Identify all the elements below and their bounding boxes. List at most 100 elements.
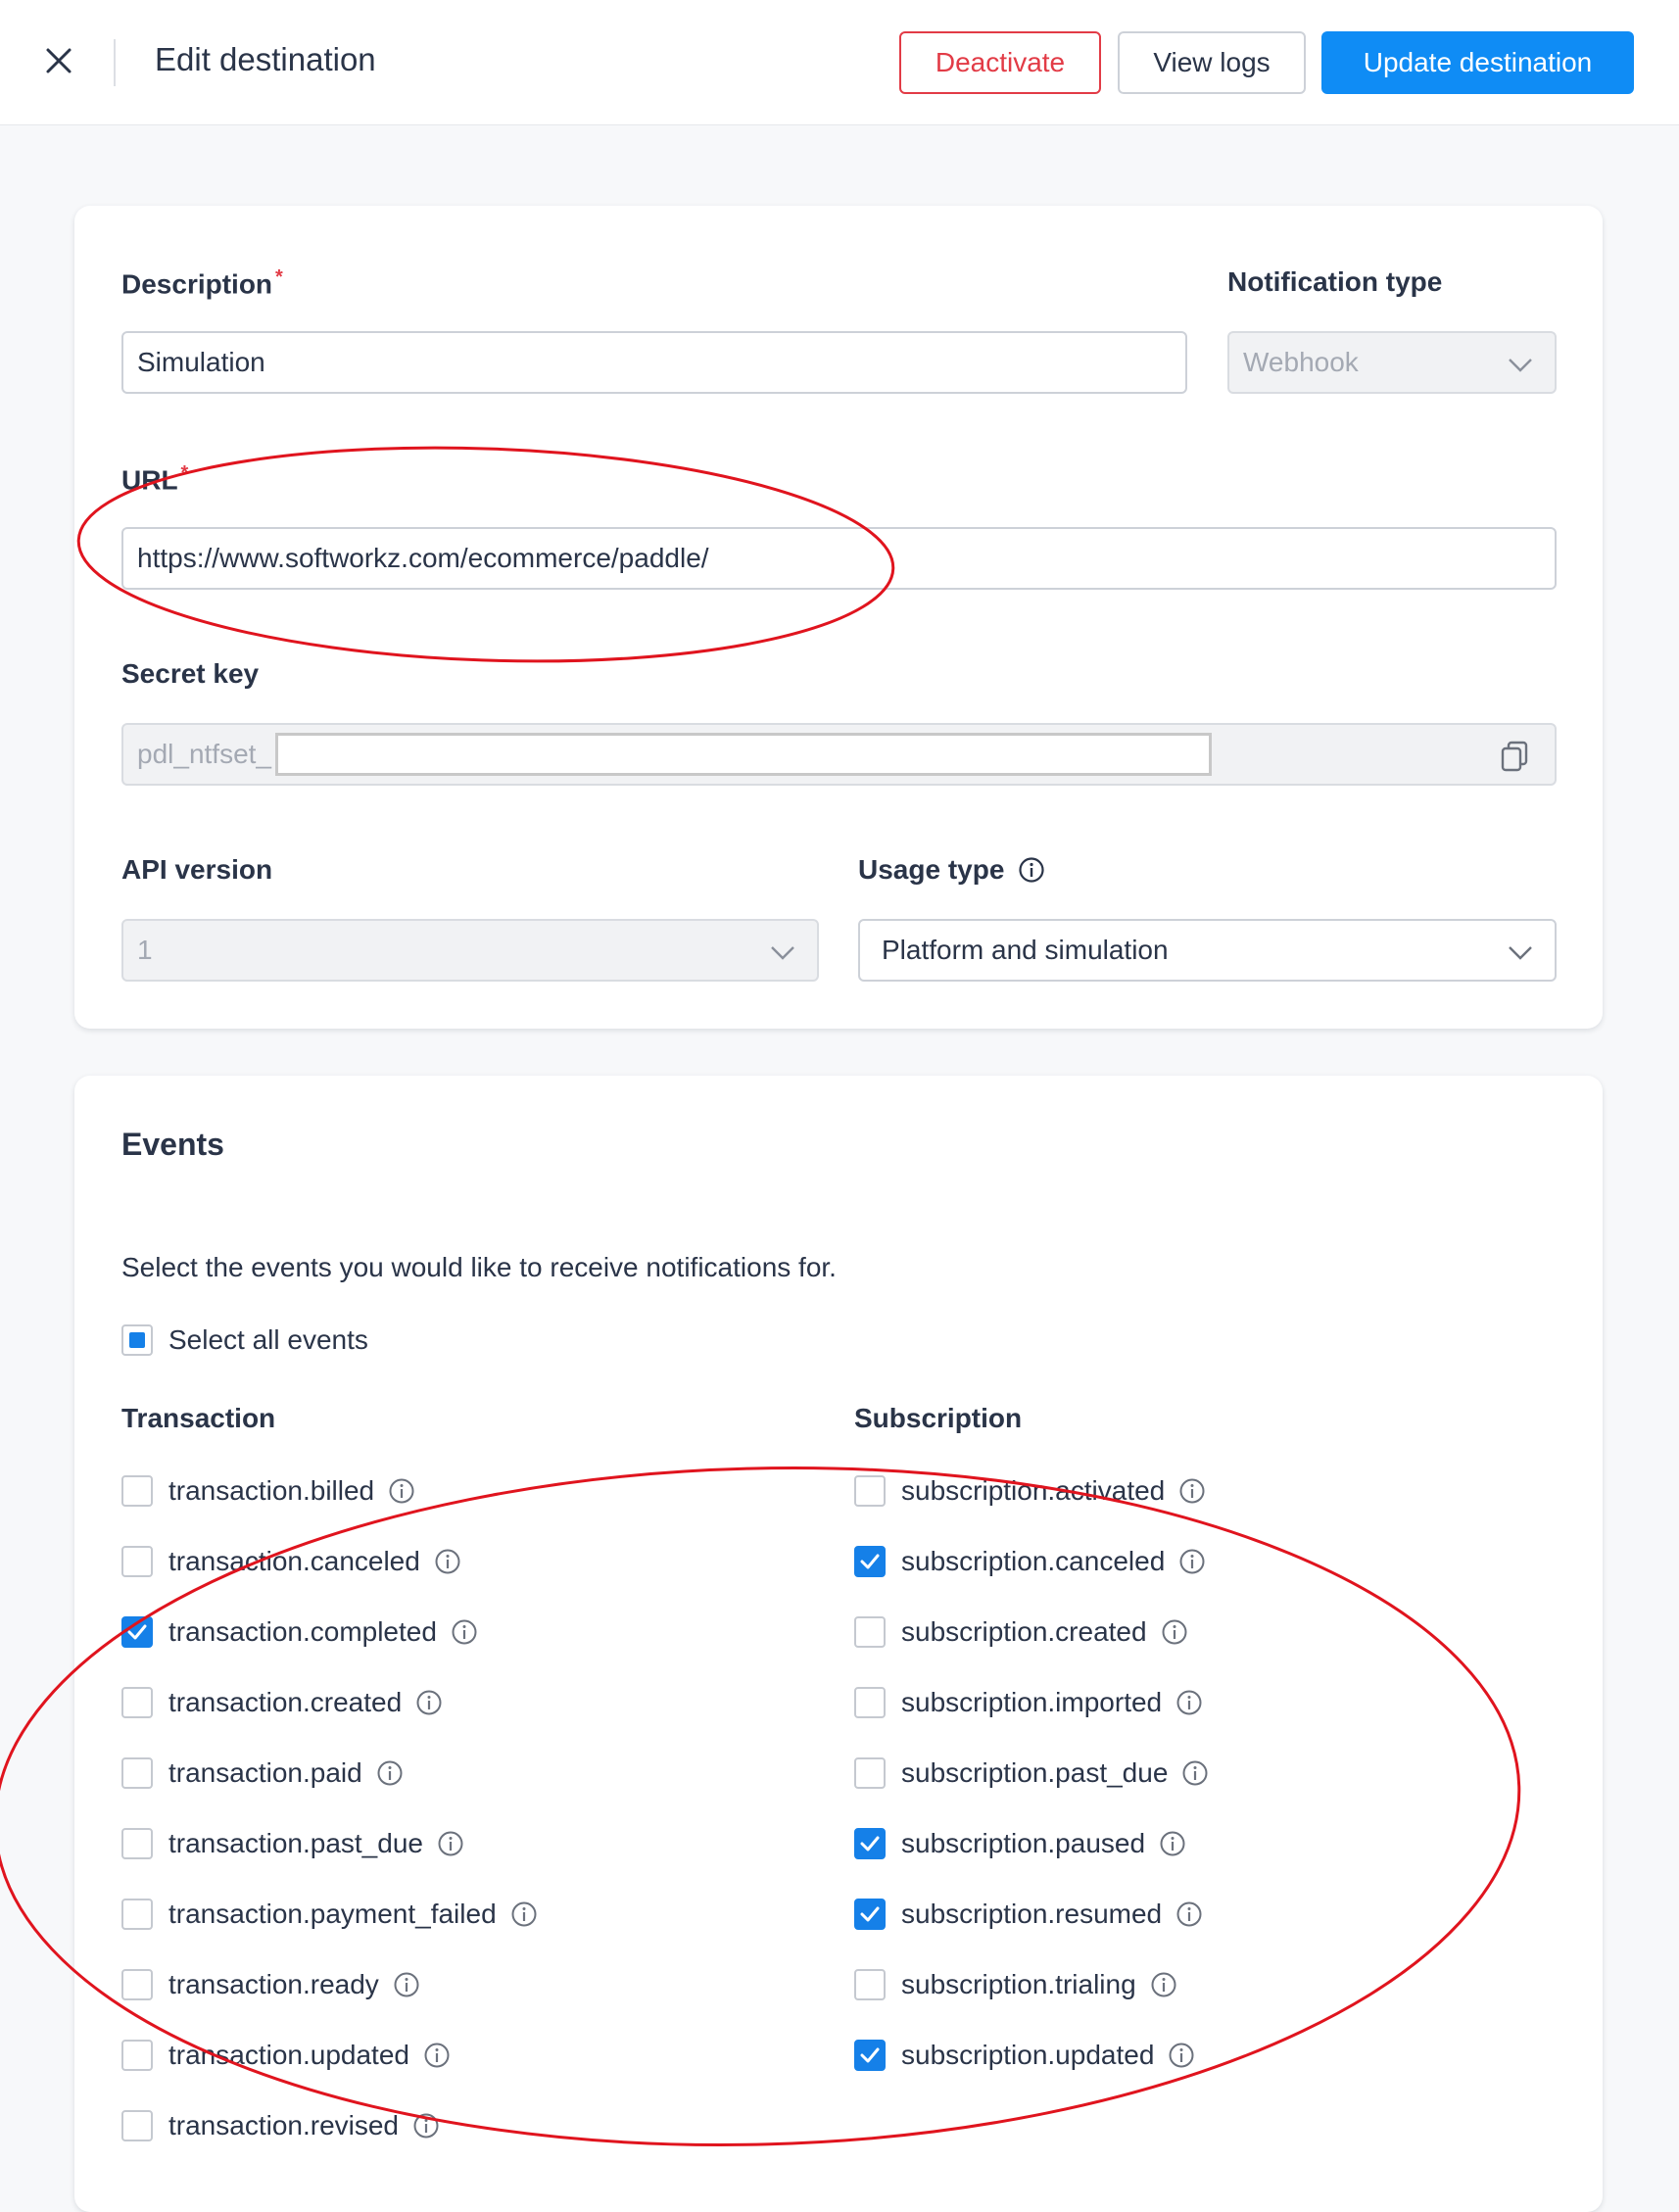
secret-key-field[interactable]: pdl_ntfset_ — [121, 723, 1557, 786]
event-checkbox[interactable] — [854, 1546, 886, 1577]
chevron-down-icon — [1509, 946, 1532, 960]
transaction-event-row[interactable]: transaction.ready — [121, 1965, 420, 2004]
checkmark-icon — [127, 1624, 147, 1640]
info-icon[interactable] — [1150, 1971, 1177, 1998]
notification-type-label: Notification type — [1227, 266, 1443, 297]
info-icon[interactable] — [510, 1900, 538, 1928]
event-label: subscription.paused — [901, 1828, 1146, 1858]
event-label: subscription.updated — [901, 2040, 1155, 2070]
api-version-select[interactable]: 1 — [121, 919, 819, 982]
event-checkbox[interactable] — [121, 1969, 153, 2000]
url-label: URL * — [121, 462, 189, 496]
events-title: Events — [121, 1127, 224, 1162]
subscription-event-row[interactable]: subscription.imported — [854, 1683, 1203, 1722]
description-input[interactable]: Simulation — [121, 331, 1187, 394]
event-checkbox[interactable] — [854, 1687, 886, 1718]
select-all-checkbox[interactable] — [121, 1324, 153, 1356]
subscription-event-row[interactable]: subscription.created — [854, 1612, 1188, 1652]
subscription-event-row[interactable]: subscription.updated — [854, 2036, 1195, 2075]
topbar-divider — [114, 39, 116, 86]
transaction-event-row[interactable]: transaction.canceled — [121, 1542, 461, 1581]
transaction-event-row[interactable]: transaction.billed — [121, 1471, 415, 1511]
event-checkbox[interactable] — [854, 1475, 886, 1507]
subscription-event-row[interactable]: subscription.activated — [854, 1471, 1206, 1511]
event-label: subscription.canceled — [901, 1546, 1166, 1576]
info-icon[interactable] — [1175, 1900, 1203, 1928]
event-checkbox[interactable] — [854, 1899, 886, 1930]
subscription-event-row[interactable]: subscription.past_due — [854, 1754, 1209, 1793]
transaction-event-row[interactable]: transaction.revised — [121, 2106, 440, 2145]
update-destination-button[interactable]: Update destination — [1321, 31, 1634, 94]
info-icon[interactable] — [1178, 1548, 1206, 1575]
info-icon[interactable] — [376, 1759, 404, 1787]
notification-type-value: Webhook — [1243, 347, 1359, 377]
event-checkbox[interactable] — [121, 2040, 153, 2071]
checkmark-icon — [860, 1906, 880, 1922]
info-icon[interactable] — [437, 1830, 464, 1857]
event-checkbox[interactable] — [854, 1828, 886, 1859]
event-label: subscription.activated — [901, 1475, 1166, 1506]
info-icon[interactable] — [412, 2112, 440, 2140]
info-icon[interactable] — [451, 1618, 478, 1646]
notification-type-select[interactable]: Webhook — [1227, 331, 1557, 394]
info-icon[interactable] — [393, 1971, 420, 1998]
event-checkbox[interactable] — [121, 1546, 153, 1577]
event-checkbox[interactable] — [854, 1757, 886, 1789]
event-label: transaction.revised — [168, 2110, 400, 2140]
subscription-event-row[interactable]: subscription.resumed — [854, 1895, 1203, 1934]
transaction-event-row[interactable]: transaction.updated — [121, 2036, 451, 2075]
info-icon[interactable] — [423, 2042, 451, 2069]
info-icon[interactable] — [434, 1548, 461, 1575]
usage-type-select[interactable]: Platform and simulation — [858, 919, 1557, 982]
checkmark-icon — [860, 1836, 880, 1851]
copy-icon[interactable] — [1500, 741, 1529, 772]
event-label: transaction.created — [168, 1687, 403, 1717]
checkmark-icon — [860, 2047, 880, 2063]
event-label: transaction.billed — [168, 1475, 375, 1506]
deactivate-button[interactable]: Deactivate — [899, 31, 1101, 94]
event-checkbox[interactable] — [121, 2110, 153, 2141]
transaction-event-row[interactable]: transaction.past_due — [121, 1824, 464, 1863]
select-all-events[interactable]: Select all events — [121, 1321, 368, 1360]
close-button[interactable] — [37, 39, 80, 82]
events-card: Events Select the events you would like … — [74, 1076, 1603, 2212]
chevron-down-icon — [1509, 359, 1532, 372]
info-icon[interactable] — [1175, 1689, 1203, 1716]
destination-settings-card: Description * Simulation Notification typ… — [74, 206, 1603, 1029]
transaction-event-row[interactable]: transaction.payment_failed — [121, 1895, 538, 1934]
info-icon[interactable] — [388, 1477, 415, 1505]
transaction-event-row[interactable]: transaction.paid — [121, 1754, 404, 1793]
description-value: Simulation — [137, 347, 265, 377]
event-checkbox[interactable] — [121, 1687, 153, 1718]
event-checkbox[interactable] — [121, 1475, 153, 1507]
event-checkbox[interactable] — [121, 1616, 153, 1648]
event-checkbox[interactable] — [121, 1828, 153, 1859]
top-bar: Edit destination Deactivate View logs Up… — [0, 0, 1679, 125]
transaction-column-title: Transaction — [121, 1403, 276, 1433]
transaction-event-row[interactable]: transaction.created — [121, 1683, 443, 1722]
event-checkbox[interactable] — [121, 1899, 153, 1930]
description-label: Description * — [121, 266, 283, 300]
secret-key-label: Secret key — [121, 658, 260, 689]
transaction-event-row[interactable]: transaction.completed — [121, 1612, 478, 1652]
usage-type-label: Usage type — [858, 854, 1045, 886]
event-checkbox[interactable] — [121, 1757, 153, 1789]
subscription-event-row[interactable]: subscription.paused — [854, 1824, 1186, 1863]
event-label: transaction.past_due — [168, 1828, 423, 1858]
subscription-event-row[interactable]: subscription.trialing — [854, 1965, 1177, 2004]
info-icon[interactable] — [1178, 1477, 1206, 1505]
event-checkbox[interactable] — [854, 1616, 886, 1648]
info-icon[interactable] — [1018, 856, 1045, 884]
view-logs-button[interactable]: View logs — [1118, 31, 1306, 94]
info-icon[interactable] — [1159, 1830, 1186, 1857]
url-input[interactable]: https://www.softworkz.com/ecommerce/padd… — [121, 527, 1557, 590]
info-icon[interactable] — [1168, 2042, 1195, 2069]
subscription-event-row[interactable]: subscription.canceled — [854, 1542, 1206, 1581]
event-checkbox[interactable] — [854, 2040, 886, 2071]
info-icon[interactable] — [1161, 1618, 1188, 1646]
event-label: subscription.trialing — [901, 1969, 1136, 1999]
event-checkbox[interactable] — [854, 1969, 886, 2000]
info-icon[interactable] — [415, 1689, 443, 1716]
select-all-label: Select all events — [168, 1324, 368, 1355]
info-icon[interactable] — [1181, 1759, 1209, 1787]
